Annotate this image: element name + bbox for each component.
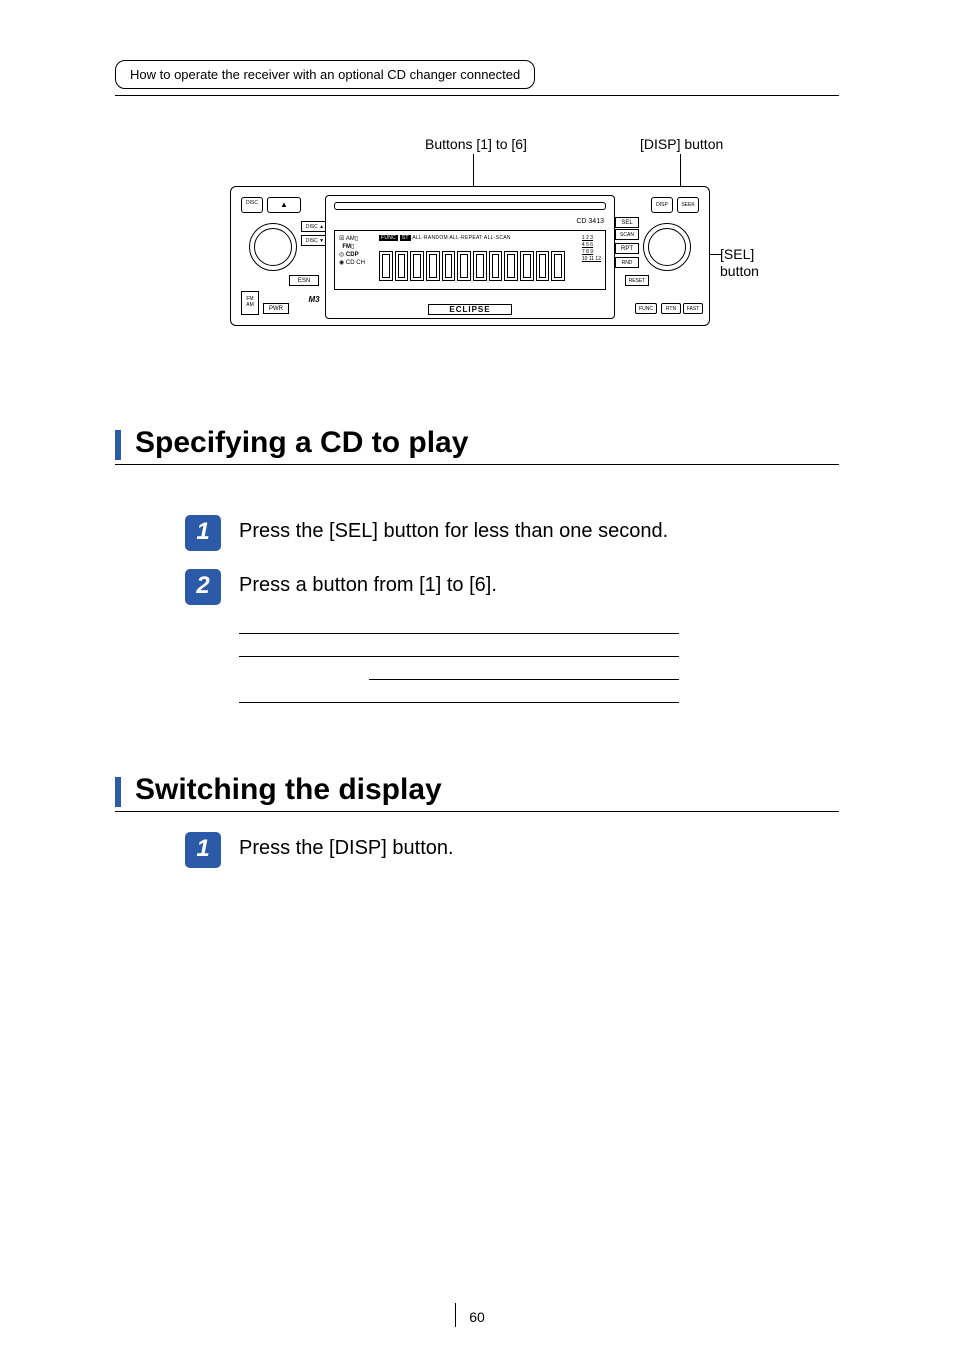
step-row: 2 Press a button from [1] to [6]. bbox=[185, 569, 839, 605]
scan-button: SCAN bbox=[615, 229, 639, 240]
callout-sel-button: [SEL] button bbox=[720, 246, 759, 280]
device-right-panel: DISP SEEK SEL SCAN RPT RND RESET FUNC RT… bbox=[619, 195, 701, 319]
volume-knob bbox=[249, 223, 297, 271]
rtn-button: RTN bbox=[661, 303, 681, 314]
fm-am-button: FMAM bbox=[241, 291, 259, 315]
callout-sel-l1: [SEL] bbox=[720, 246, 754, 262]
disp-button: DISP bbox=[651, 197, 673, 213]
tune-knob bbox=[643, 223, 691, 271]
eject-button: ▲ bbox=[267, 197, 301, 213]
screen-mode-labels: FUNC ST ALL-RANDOM ALL-REPEAT ALL-SCAN bbox=[379, 235, 511, 241]
heading-accent-bar bbox=[115, 777, 121, 807]
redacted-line bbox=[369, 679, 679, 680]
eclipse-brand: ECLIPSE bbox=[326, 305, 614, 314]
step-text: Press the [SEL] button for less than one… bbox=[239, 515, 668, 543]
screen-mode-icons: ☒ AM▯ FM▯ ◎ CDP ◉ CD CH bbox=[339, 235, 365, 267]
m3-label: M3 bbox=[303, 295, 325, 309]
breadcrumb-tab: How to operate the receiver with an opti… bbox=[115, 60, 535, 89]
step-number-badge: 1 bbox=[185, 515, 221, 551]
leader-line bbox=[709, 254, 721, 255]
step-number-badge: 1 bbox=[185, 832, 221, 868]
section-heading-specifying-cd: Specifying a CD to play bbox=[115, 426, 839, 465]
heading-text: Switching the display bbox=[135, 773, 442, 807]
preset-numbers: 1 2 3 4 5 6 7 8 9 10 11 12 bbox=[582, 235, 601, 263]
callout-buttons-1-6: Buttons [1] to [6] bbox=[425, 136, 527, 152]
sel-button: SEL bbox=[615, 217, 639, 228]
cd-model-label: CD 3413 bbox=[576, 218, 604, 225]
heading-text: Specifying a CD to play bbox=[135, 426, 468, 460]
fast-button: FAST bbox=[683, 303, 703, 314]
device-screen: CD 3413 ☒ AM▯ FM▯ ◎ CDP ◉ CD CH FUNC ST … bbox=[325, 195, 615, 319]
screen-segments bbox=[379, 251, 565, 281]
redacted-line bbox=[239, 702, 679, 703]
step-text: Press the [DISP] button. bbox=[239, 832, 454, 860]
step-row: 1 Press the [DISP] button. bbox=[185, 832, 839, 868]
cd-slot bbox=[334, 202, 606, 210]
esn-button: ESN bbox=[289, 275, 319, 286]
leader-line bbox=[473, 154, 474, 186]
lcd-display: ☒ AM▯ FM▯ ◎ CDP ◉ CD CH FUNC ST ALL-RAND… bbox=[334, 230, 606, 290]
seek-button: SEEK bbox=[677, 197, 699, 213]
redacted-lines bbox=[239, 633, 839, 703]
divider bbox=[115, 95, 839, 96]
callout-disp-button: [DISP] button bbox=[640, 136, 723, 152]
step-text: Press a button from [1] to [6]. bbox=[239, 569, 497, 597]
page-number: 60 bbox=[0, 1309, 954, 1325]
func-button: FUNC bbox=[635, 303, 657, 314]
device-diagram: Buttons [1] to [6] [DISP] button [SEL] b… bbox=[115, 136, 839, 346]
step-row: 1 Press the [SEL] button for less than o… bbox=[185, 515, 839, 551]
redacted-line bbox=[239, 633, 679, 634]
section-heading-switching-display: Switching the display bbox=[115, 773, 839, 812]
callout-sel-l2: button bbox=[720, 263, 759, 279]
rnd-button: RND bbox=[615, 257, 639, 268]
rpt-button: RPT bbox=[615, 243, 639, 254]
redacted-line bbox=[239, 656, 679, 657]
power-button: PWR bbox=[263, 303, 289, 314]
car-stereo-device: DISC ▲ DISC ▲ DISC ▼ ESN FMAM PWR M3 CD … bbox=[230, 186, 710, 326]
device-left-panel: DISC ▲ DISC ▲ DISC ▼ ESN FMAM PWR M3 bbox=[239, 195, 321, 319]
disc-button: DISC bbox=[241, 197, 263, 213]
reset-button: RESET bbox=[625, 275, 649, 286]
heading-accent-bar bbox=[115, 430, 121, 460]
step-number-badge: 2 bbox=[185, 569, 221, 605]
